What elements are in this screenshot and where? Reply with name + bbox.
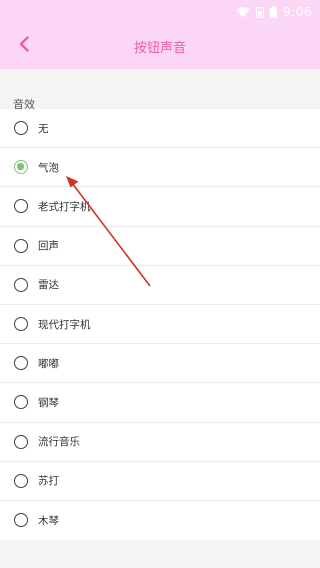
sound-option-label: 回声	[38, 240, 59, 253]
sound-option-label: 木琴	[38, 514, 59, 527]
sound-option-label: 嘟嘟	[38, 357, 59, 370]
radio-unchecked-icon[interactable]	[14, 356, 28, 371]
status-bar: 9:06	[0, 0, 320, 24]
sound-option-list: 无气泡老式打字机回声雷达现代打字机嘟嘟钢琴流行音乐苏打木琴	[0, 109, 320, 541]
radio-unchecked-icon[interactable]	[14, 317, 28, 332]
radio-unchecked-icon[interactable]	[14, 473, 28, 488]
radio-unchecked-icon[interactable]	[14, 513, 28, 528]
radio-unchecked-icon[interactable]	[14, 199, 28, 214]
sound-option-row[interactable]: 气泡	[0, 148, 320, 188]
sound-option-label: 钢琴	[38, 396, 59, 409]
radio-unchecked-icon[interactable]	[14, 434, 28, 449]
status-time: 9:06	[283, 5, 312, 19]
page-title: 按钮声音	[133, 41, 186, 56]
app-bar: 按钮声音	[0, 24, 320, 69]
sound-option-row[interactable]: 嘟嘟	[0, 344, 320, 384]
radio-checked-icon[interactable]	[14, 160, 28, 175]
radio-unchecked-icon[interactable]	[14, 121, 28, 136]
sound-option-row[interactable]: 木琴	[0, 501, 320, 540]
sound-option-label: 老式打字机	[38, 200, 91, 213]
radio-unchecked-icon[interactable]	[14, 238, 28, 253]
sound-option-label: 现代打字机	[38, 318, 91, 331]
sound-option-label: 雷达	[38, 279, 59, 292]
sound-option-label: 苏打	[38, 475, 59, 488]
sound-option-row[interactable]: 雷达	[0, 266, 320, 305]
sound-option-label: 流行音乐	[38, 436, 80, 449]
sound-option-row[interactable]: 钢琴	[0, 383, 320, 423]
sound-option-row[interactable]: 流行音乐	[0, 423, 320, 462]
sim-icon	[256, 6, 265, 18]
sound-option-label: 无	[38, 122, 49, 135]
sound-option-row[interactable]: 老式打字机	[0, 187, 320, 227]
sound-option-row[interactable]: 回声	[0, 227, 320, 266]
sound-option-row[interactable]: 现代打字机	[0, 305, 320, 345]
radio-unchecked-icon[interactable]	[14, 395, 28, 410]
sound-option-row[interactable]: 无	[0, 109, 320, 149]
wifi-icon	[236, 6, 250, 18]
battery-icon	[270, 6, 278, 18]
sound-option-row[interactable]: 苏打	[0, 462, 320, 501]
radio-unchecked-icon[interactable]	[14, 277, 28, 292]
sound-option-label: 气泡	[38, 161, 59, 174]
